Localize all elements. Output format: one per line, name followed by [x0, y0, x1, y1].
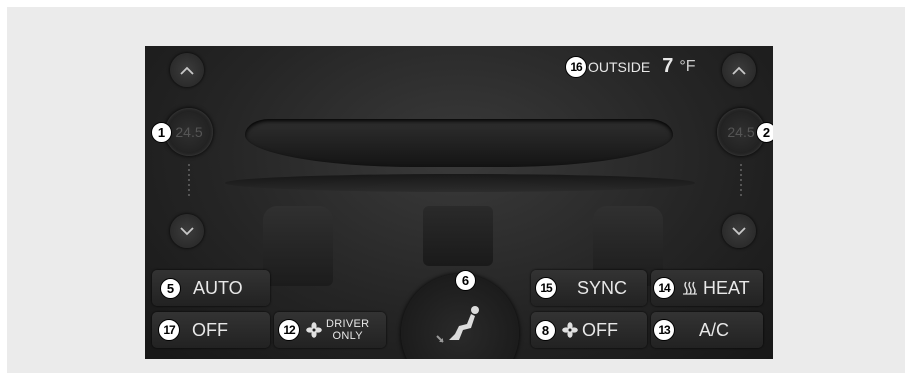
sync-button[interactable]: 15 SYNC — [531, 270, 647, 306]
chevron-up-icon — [180, 66, 194, 75]
sync-label: SYNC — [577, 277, 628, 298]
ac-button[interactable]: 13 A/C — [651, 312, 763, 348]
driver-temp-value: 24.5 — [175, 124, 203, 140]
rear-heat-button[interactable]: 14 HEAT — [651, 270, 763, 306]
driver-only-line1: DRIVER — [326, 318, 370, 330]
driver-only-line2: ONLY — [332, 330, 363, 342]
driver-temp-display: 24.5 — [165, 108, 213, 156]
fan-off-button[interactable]: 8 OFF — [531, 312, 647, 348]
callout-badge: 15 — [535, 277, 557, 299]
chevron-up-icon — [732, 66, 746, 75]
fan-off-label: OFF — [582, 319, 618, 340]
callout-badge: 2 — [756, 122, 773, 143]
center-console-silhouette — [423, 206, 493, 266]
passenger-temp-down-button[interactable] — [722, 214, 756, 248]
outside-label: OUTSIDE — [588, 58, 651, 75]
driver-only-label: DRIVER ONLY — [326, 318, 369, 342]
callout-badge: 16 — [565, 55, 587, 78]
off-button[interactable]: 17 OFF — [152, 312, 270, 348]
driver-only-button[interactable]: 12 DRIVER ONLY — [274, 312, 386, 348]
chevron-down-icon — [180, 226, 194, 235]
left-seat-silhouette — [263, 206, 333, 286]
outside-unit: °F — [679, 57, 696, 75]
auto-label: AUTO — [193, 277, 243, 298]
fan-icon — [562, 322, 578, 338]
passenger-temp-value: 24.5 — [727, 124, 755, 140]
off-label: OFF — [192, 319, 228, 340]
passenger-temp-scale — [740, 164, 742, 198]
callout-badge: 17 — [158, 319, 180, 341]
outside-temperature: 16 OUTSIDE 7 °F — [565, 55, 696, 78]
passenger-temp-up-button[interactable] — [722, 53, 756, 87]
climate-control-screen: 16 OUTSIDE 7 °F 24.5 1 24.5 2 5 AUTO 17 … — [145, 46, 773, 359]
callout-badge: 5 — [160, 277, 181, 299]
heat-label: HEAT — [703, 277, 750, 298]
callout-badge: 12 — [278, 319, 300, 341]
auto-button[interactable]: 5 AUTO — [152, 270, 270, 306]
driver-temp-up-button[interactable] — [170, 53, 204, 87]
callout-badge: 1 — [151, 122, 172, 143]
callout-badge: 14 — [653, 277, 675, 299]
fan-icon — [306, 322, 322, 338]
outside-value: 7 — [662, 55, 674, 77]
chevron-down-icon — [732, 226, 746, 235]
airflow-seat-icon — [436, 306, 479, 343]
manual-figure-frame: 16 OUTSIDE 7 °F 24.5 1 24.5 2 5 AUTO 17 … — [7, 7, 905, 373]
dashboard-shadow — [225, 174, 695, 192]
dashboard-silhouette — [245, 119, 673, 167]
callout-badge: 8 — [535, 319, 556, 341]
driver-temp-scale — [188, 164, 190, 198]
rear-heat-icon — [683, 281, 697, 295]
ac-label: A/C — [699, 319, 730, 340]
callout-badge: 13 — [653, 319, 675, 341]
driver-temp-down-button[interactable] — [170, 214, 204, 248]
callout-badge: 6 — [455, 270, 476, 291]
